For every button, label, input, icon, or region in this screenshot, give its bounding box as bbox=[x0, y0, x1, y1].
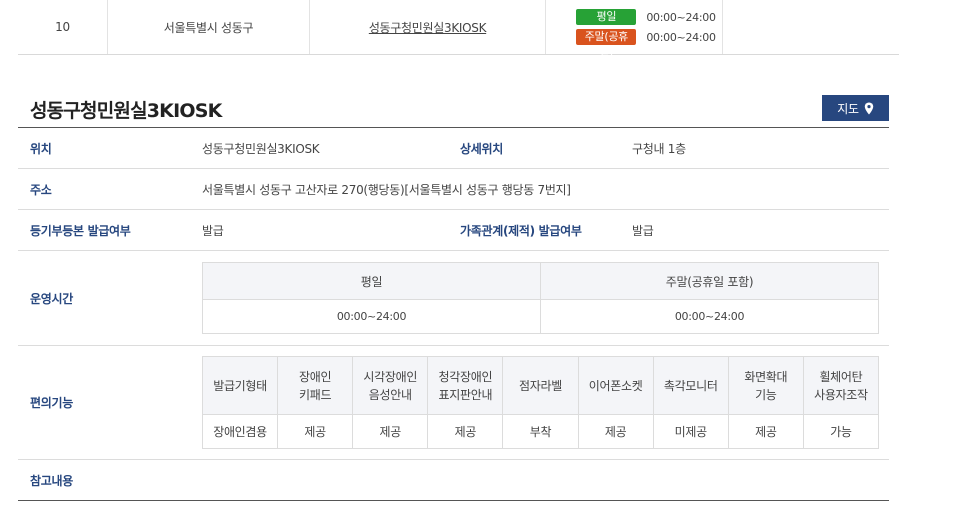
convenience-value-cell: 제공 bbox=[577, 415, 653, 448]
notes-row: 참고내용 bbox=[18, 460, 889, 501]
convenience-table: 발급기형태 장애인 키패드 시각장애인 음성안내 청각장애인 표지판안내 점자라… bbox=[202, 356, 879, 449]
hours-header-weekend: 주말(공휴일 포함) bbox=[540, 263, 878, 299]
registry-label: 등기부등본 발급여부 bbox=[30, 223, 131, 238]
convenience-row: 편의기능 발급기형태 장애인 키패드 시각장애인 음성안내 청각장애인 표지판안… bbox=[18, 346, 889, 460]
convenience-value-cell: 장애인겸용 bbox=[213, 424, 267, 439]
row-hours: 평일 00:00~24:00 주말(공휴일) 00:00~24:00 bbox=[546, 0, 723, 58]
hours-value-row: 00:00~24:00 00:00~24:00 bbox=[203, 300, 878, 333]
convenience-header-cell: 휠체어탄 사용자조작 bbox=[802, 357, 878, 414]
hours-row: 운영시간 평일 주말(공휴일 포함) 00:00~24:00 00:00~24:… bbox=[18, 251, 889, 346]
location-label: 위치 bbox=[30, 141, 52, 156]
convenience-header-cell: 이어폰소켓 bbox=[577, 357, 653, 414]
address-row: 주소 서울특별시 성동구 고산자로 270(행당동)[서울특별시 성동구 행당동… bbox=[18, 169, 889, 210]
convenience-header-cell: 장애인 키패드 bbox=[277, 357, 352, 414]
convenience-header-cell: 시각장애인 음성안내 bbox=[352, 357, 427, 414]
address-value: 서울특별시 성동구 고산자로 270(행당동)[서울특별시 성동구 행당동 7번… bbox=[202, 182, 571, 197]
convenience-value-cell: 제공 bbox=[277, 415, 352, 448]
hours-table: 평일 주말(공휴일 포함) 00:00~24:00 00:00~24:00 bbox=[202, 262, 879, 334]
issuance-row: 등기부등본 발급여부 발급 가족관계(제적) 발급여부 발급 bbox=[18, 210, 889, 251]
hours-value-weekend: 00:00~24:00 bbox=[540, 300, 878, 333]
hours-value-weekday: 00:00~24:00 bbox=[336, 310, 407, 323]
map-button-label: 지도 bbox=[837, 101, 859, 116]
convenience-value-row: 장애인겸용 제공 제공 제공 부착 제공 미제공 제공 가능 bbox=[203, 415, 878, 448]
kiosk-list-row: 10 서울특별시 성동구 성동구청민원실3KIOSK 평일 00:00~24:0… bbox=[18, 0, 899, 58]
page-title: 성동구청민원실3KIOSK bbox=[30, 100, 222, 122]
row-number: 10 bbox=[18, 0, 108, 54]
convenience-header-cell: 화면확대 기능 bbox=[727, 357, 803, 414]
kiosk-name-link[interactable]: 성동구청민원실3KIOSK bbox=[369, 19, 487, 36]
convenience-header-row: 발급기형태 장애인 키패드 시각장애인 음성안내 청각장애인 표지판안내 점자라… bbox=[203, 357, 878, 415]
convenience-value-cell: 제공 bbox=[352, 415, 427, 448]
hours-label: 운영시간 bbox=[30, 291, 73, 306]
weekday-hours: 평일 00:00~24:00 bbox=[576, 9, 716, 25]
address-label: 주소 bbox=[30, 182, 52, 197]
convenience-header-cell: 발급기형태 bbox=[213, 378, 267, 393]
kiosk-detail-table: 위치 성동구청민원실3KIOSK 상세위치 구청내 1층 주소 서울특별시 성동… bbox=[18, 127, 889, 501]
weekend-hours: 주말(공휴일) 00:00~24:00 bbox=[576, 29, 716, 58]
convenience-value-cell: 가능 bbox=[802, 415, 878, 448]
family-label: 가족관계(제적) 발급여부 bbox=[460, 223, 582, 238]
weekend-badge: 주말(공휴일) bbox=[576, 29, 637, 58]
row-name-cell: 성동구청민원실3KIOSK bbox=[310, 0, 546, 54]
location-value: 성동구청민원실3KIOSK bbox=[202, 141, 320, 156]
row-empty-cell bbox=[723, 0, 899, 54]
convenience-value-cell: 미제공 bbox=[652, 415, 728, 448]
registry-value: 발급 bbox=[202, 223, 224, 238]
weekday-badge: 평일 bbox=[576, 9, 637, 25]
detail-location-label: 상세위치 bbox=[460, 141, 503, 156]
family-value: 발급 bbox=[632, 223, 654, 238]
location-row: 위치 성동구청민원실3KIOSK 상세위치 구청내 1층 bbox=[18, 128, 889, 169]
hours-header-row: 평일 주말(공휴일 포함) bbox=[203, 263, 878, 300]
weekend-time: 00:00~24:00 bbox=[646, 30, 716, 44]
convenience-label: 편의기능 bbox=[30, 396, 73, 410]
convenience-value-cell: 제공 bbox=[427, 415, 502, 448]
map-button[interactable]: 지도 bbox=[822, 95, 889, 121]
map-pin-icon bbox=[864, 102, 873, 114]
convenience-value-cell: 제공 bbox=[727, 415, 803, 448]
hours-header-weekday: 평일 bbox=[360, 274, 383, 289]
detail-location-value: 구청내 1층 bbox=[632, 141, 686, 156]
notes-label: 참고내용 bbox=[30, 473, 73, 488]
convenience-header-cell: 청각장애인 표지판안내 bbox=[427, 357, 502, 414]
convenience-value-cell: 부착 bbox=[502, 415, 577, 448]
weekday-time: 00:00~24:00 bbox=[646, 10, 716, 24]
convenience-header-cell: 점자라벨 bbox=[502, 357, 577, 414]
row-area: 서울특별시 성동구 bbox=[108, 0, 310, 54]
convenience-header-cell: 촉각모니터 bbox=[652, 357, 728, 414]
